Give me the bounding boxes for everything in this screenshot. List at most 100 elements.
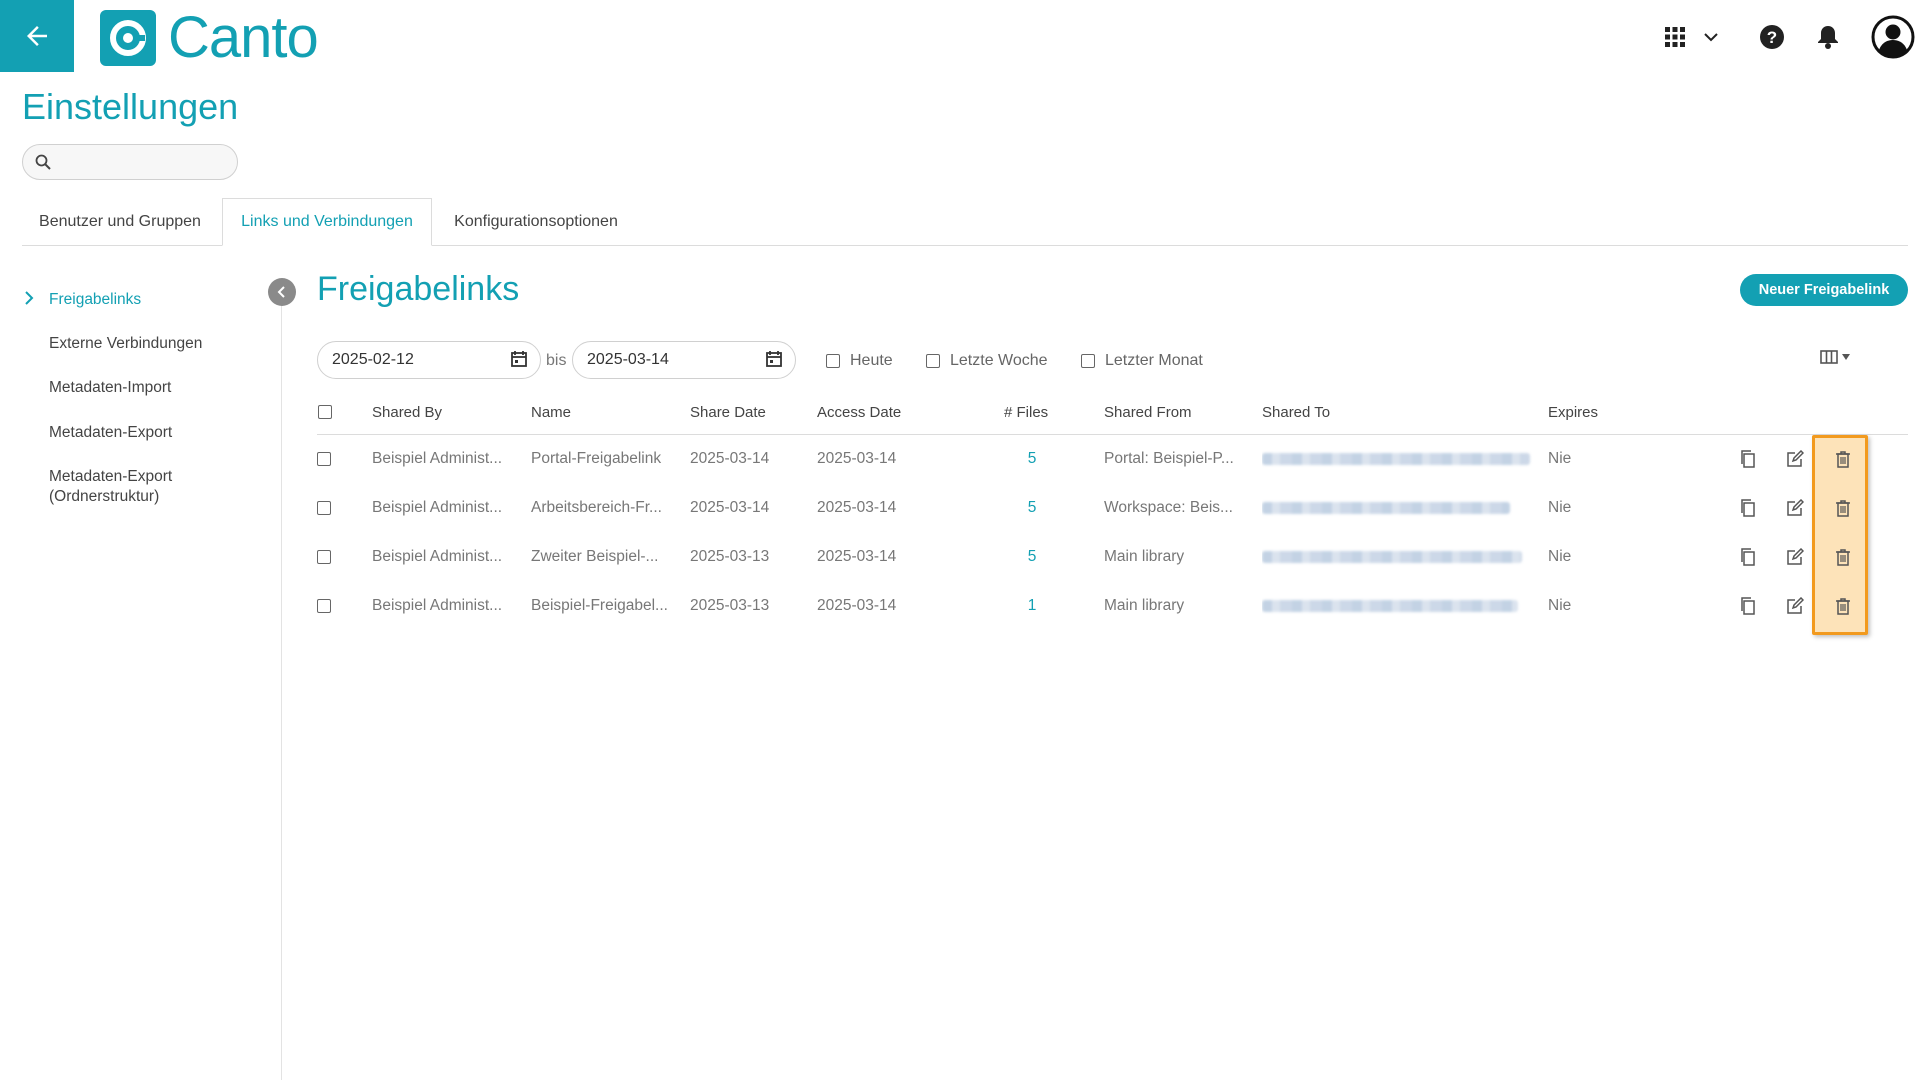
filter-heute-label: Heute <box>850 352 893 369</box>
calendar-icon[interactable] <box>765 350 783 368</box>
edit-link-button[interactable] <box>1784 546 1806 568</box>
cell-access-date: 2025-03-14 <box>817 450 897 467</box>
column-header-expires[interactable]: Expires <box>1548 404 1598 421</box>
table-row: Beispiel Administ... Beispiel-Freigabel.… <box>317 582 1908 630</box>
cell-shared-to[interactable] <box>1262 582 1534 630</box>
chevron-right-icon <box>25 291 34 305</box>
cell-files[interactable]: 1 <box>997 582 1067 630</box>
help-button[interactable]: ? <box>1758 14 1786 60</box>
checkbox-letzter-monat[interactable] <box>1081 354 1095 368</box>
svg-text:?: ? <box>1767 28 1777 47</box>
checkbox-letzte-woche[interactable] <box>926 354 940 368</box>
sidebar-item-metadaten-import[interactable]: Metadaten-Import <box>49 378 171 398</box>
date-from-value: 2025-02-12 <box>332 351 414 368</box>
cell-files[interactable]: 5 <box>997 533 1067 581</box>
section-title: Freigabelinks <box>317 270 520 308</box>
date-to-field[interactable]: 2025-03-14 <box>572 341 796 379</box>
cell-shared-to[interactable] <box>1262 484 1534 532</box>
tab-links-und-verbindungen[interactable]: Links und Verbindungen <box>222 198 432 246</box>
back-button[interactable] <box>0 0 74 72</box>
apps-dropdown-button[interactable] <box>1700 14 1722 60</box>
table-row: Beispiel Administ... Zweiter Beispiel-..… <box>317 533 1908 581</box>
search-input[interactable] <box>59 152 223 172</box>
filter-letzter-monat[interactable]: Letzter Monat <box>1081 352 1203 370</box>
copy-link-button[interactable] <box>1737 448 1759 470</box>
cell-shared-from: Portal: Beispiel-P... <box>1104 450 1234 467</box>
cell-shared-by: Beispiel Administ... <box>372 548 503 565</box>
column-header-shared-to[interactable]: Shared To <box>1262 404 1330 421</box>
notifications-button[interactable] <box>1814 14 1842 60</box>
tab-benutzer-und-gruppen[interactable]: Benutzer und Gruppen <box>22 198 218 245</box>
column-header-name[interactable]: Name <box>531 404 571 421</box>
calendar-icon[interactable] <box>510 350 528 368</box>
cell-access-date: 2025-03-14 <box>817 597 897 614</box>
column-chooser-button[interactable] <box>1820 350 1851 364</box>
cell-share-date: 2025-03-13 <box>690 597 770 614</box>
copy-link-button[interactable] <box>1737 595 1759 617</box>
cell-files[interactable]: 5 <box>997 435 1067 483</box>
trash-icon <box>1836 500 1850 517</box>
bell-icon <box>1818 26 1838 49</box>
cell-shared-to[interactable] <box>1262 435 1534 483</box>
delete-link-button[interactable] <box>1832 448 1854 470</box>
column-header-share-date[interactable]: Share Date <box>690 404 766 421</box>
cell-name: Beispiel-Freigabel... <box>531 597 668 614</box>
sidebar-item-metadaten-export-ordnerstruktur[interactable]: Metadaten-Export (Ordnerstruktur) <box>49 467 172 507</box>
edit-icon <box>1787 499 1804 516</box>
settings-search[interactable] <box>22 144 238 180</box>
tab-konfigurationsoptionen[interactable]: Konfigurationsoptionen <box>436 198 636 245</box>
new-share-link-button[interactable]: Neuer Freigabelink <box>1740 274 1908 306</box>
column-header-shared-by[interactable]: Shared By <box>372 404 442 421</box>
collapse-sidebar-button[interactable] <box>268 278 296 306</box>
sidebar-item-externe-verbindungen[interactable]: Externe Verbindungen <box>49 334 202 354</box>
delete-link-button[interactable] <box>1832 546 1854 568</box>
edit-link-button[interactable] <box>1784 448 1806 470</box>
sidebar-item-metadaten-export[interactable]: Metadaten-Export <box>49 423 172 443</box>
delete-link-button[interactable] <box>1832 497 1854 519</box>
edit-icon <box>1787 597 1804 614</box>
canto-logo[interactable]: Canto <box>100 9 319 67</box>
checkbox-heute[interactable] <box>826 354 840 368</box>
column-header-shared-from[interactable]: Shared From <box>1104 404 1192 421</box>
date-range-separator: bis <box>546 352 567 369</box>
trash-icon <box>1836 451 1850 468</box>
copy-link-button[interactable] <box>1737 497 1759 519</box>
row-checkbox[interactable] <box>317 550 331 564</box>
select-all-checkbox[interactable] <box>318 405 332 419</box>
cell-share-date: 2025-03-13 <box>690 548 770 565</box>
cell-access-date: 2025-03-14 <box>817 499 897 516</box>
cell-files[interactable]: 5 <box>997 484 1067 532</box>
table-row: Beispiel Administ... Portal-Freigabelink… <box>317 435 1908 483</box>
copy-icon <box>1741 597 1755 615</box>
trash-icon <box>1836 549 1850 566</box>
copy-link-button[interactable] <box>1737 546 1759 568</box>
delete-link-button[interactable] <box>1832 595 1854 617</box>
apps-grid-button[interactable] <box>1660 14 1690 60</box>
copy-icon <box>1741 548 1755 566</box>
edit-link-button[interactable] <box>1784 595 1806 617</box>
search-icon <box>35 154 51 170</box>
logo-mark-icon <box>100 10 156 66</box>
date-to-value: 2025-03-14 <box>587 351 669 368</box>
back-arrow-icon <box>27 26 47 46</box>
caret-down-icon <box>1842 354 1850 360</box>
filter-letzte-woche[interactable]: Letzte Woche <box>926 352 1048 370</box>
row-checkbox[interactable] <box>317 452 331 466</box>
trash-icon <box>1836 598 1850 615</box>
page-title: Einstellungen <box>22 86 239 127</box>
cell-name: Portal-Freigabelink <box>531 450 662 467</box>
copy-icon <box>1741 450 1755 468</box>
filter-letzte-woche-label: Letzte Woche <box>950 352 1048 369</box>
cell-shared-to[interactable] <box>1262 533 1534 581</box>
edit-icon <box>1787 548 1804 565</box>
date-from-field[interactable]: 2025-02-12 <box>317 341 541 379</box>
edit-link-button[interactable] <box>1784 497 1806 519</box>
cell-shared-by: Beispiel Administ... <box>372 450 503 467</box>
sidebar-item-freigabelinks[interactable]: Freigabelinks <box>49 290 141 310</box>
filter-heute[interactable]: Heute <box>826 352 893 370</box>
row-checkbox[interactable] <box>317 501 331 515</box>
user-menu-button[interactable] <box>1870 14 1916 60</box>
column-header-access-date[interactable]: Access Date <box>817 404 901 421</box>
column-header-files[interactable]: # Files <box>1004 404 1048 421</box>
row-checkbox[interactable] <box>317 599 331 613</box>
